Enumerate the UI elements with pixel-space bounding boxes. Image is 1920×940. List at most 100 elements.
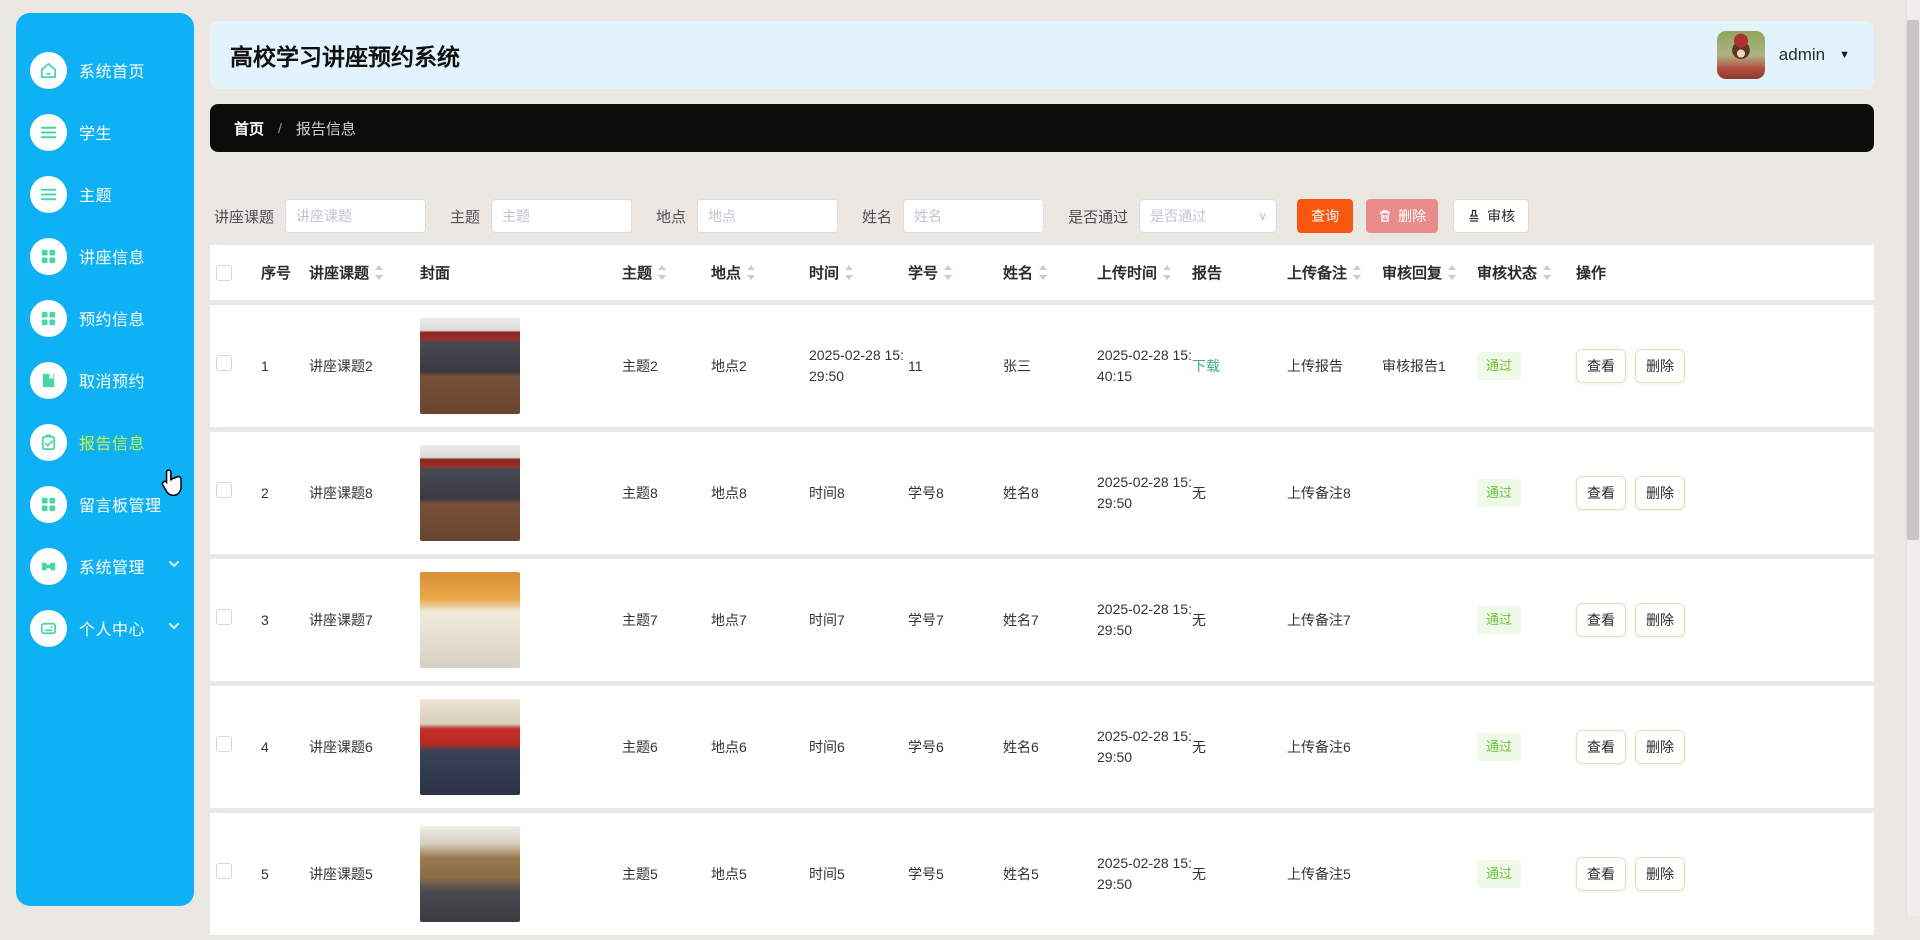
column-header[interactable]: 序号 bbox=[261, 262, 309, 283]
cell-subject: 主题7 bbox=[622, 611, 658, 628]
breadcrumb-home[interactable]: 首页 bbox=[234, 118, 264, 139]
audit-button[interactable]: 审核 bbox=[1453, 199, 1530, 233]
cell-topic: 讲座课题7 bbox=[309, 611, 373, 628]
cell-name: 姓名5 bbox=[1003, 865, 1039, 882]
sort-icon[interactable] bbox=[943, 265, 953, 280]
cell-subject: 主题5 bbox=[622, 865, 658, 882]
table-row: 2 讲座课题8 主题8 地点8 时间8 学号8 姓名8 2025-02-28 1… bbox=[210, 432, 1874, 554]
sort-icon[interactable] bbox=[1542, 265, 1552, 280]
sidebar-item-cancel-reservation[interactable]: 取消预约 bbox=[16, 349, 194, 411]
chevron-down-icon bbox=[168, 557, 180, 575]
cell-upload-note: 上传备注7 bbox=[1287, 611, 1351, 628]
sidebar-item-label: 学生 bbox=[79, 126, 113, 143]
sidebar-item-reports[interactable]: 报告信息 bbox=[16, 411, 194, 473]
download-link[interactable]: 下载 bbox=[1192, 358, 1220, 374]
cell-name: 姓名7 bbox=[1003, 611, 1039, 628]
status-badge: 通过 bbox=[1477, 479, 1522, 507]
sort-icon[interactable] bbox=[1162, 265, 1172, 280]
column-header[interactable]: 审核回复 bbox=[1382, 262, 1477, 283]
column-header[interactable]: 地点 bbox=[711, 262, 809, 283]
sort-icon[interactable] bbox=[1038, 265, 1048, 280]
filter-passed-label: 是否通过 bbox=[1068, 208, 1129, 226]
view-button[interactable]: 查看 bbox=[1576, 603, 1626, 637]
filter-subject-input[interactable] bbox=[491, 199, 633, 233]
filter-passed-select[interactable]: 是否通过 ∨ bbox=[1139, 199, 1278, 233]
column-header[interactable]: 上传时间 bbox=[1097, 262, 1192, 283]
delete-row-button[interactable]: 删除 bbox=[1635, 476, 1685, 510]
sidebar-item-reservations[interactable]: 预约信息 bbox=[16, 287, 194, 349]
sidebar-item-subjects[interactable]: 主题 bbox=[16, 163, 194, 225]
table-header-row: 序号 讲座课题 封面 主题 地点 时间 学号 姓名 上传时间 报告 上传备注 审… bbox=[210, 245, 1874, 300]
row-checkbox[interactable] bbox=[216, 609, 232, 625]
column-header[interactable]: 审核状态 bbox=[1477, 262, 1576, 283]
select-all-checkbox[interactable] bbox=[216, 264, 232, 281]
book-icon bbox=[30, 361, 67, 399]
filter-location-label: 地点 bbox=[656, 208, 687, 226]
briefcase-icon bbox=[30, 547, 67, 585]
app-header: 高校学习讲座预约系统 admin ▼ bbox=[210, 21, 1874, 89]
row-checkbox[interactable] bbox=[216, 736, 232, 752]
column-header: 操作 bbox=[1576, 265, 1607, 282]
sidebar-item-home[interactable]: 系统首页 bbox=[16, 39, 194, 101]
batch-delete-label: 删除 bbox=[1398, 208, 1427, 224]
sidebar-item-lectures[interactable]: 讲座信息 bbox=[16, 225, 194, 287]
column-header[interactable]: 主题 bbox=[622, 262, 711, 283]
filter-topic-input[interactable] bbox=[285, 199, 427, 233]
column-header[interactable]: 上传备注 bbox=[1287, 262, 1382, 283]
column-header[interactable]: 姓名 bbox=[1003, 262, 1097, 283]
cell-student-id: 学号8 bbox=[908, 484, 944, 501]
row-checkbox[interactable] bbox=[216, 863, 232, 879]
sort-icon[interactable] bbox=[1447, 265, 1457, 280]
filter-location-input[interactable] bbox=[697, 199, 839, 233]
sidebar: 系统首页 学生 主题 讲座信息 预约信息 取消预约 报告信息 留言板管理 系统管… bbox=[16, 13, 194, 906]
user-menu[interactable]: admin ▼ bbox=[1716, 31, 1850, 79]
column-header[interactable]: 讲座课题 bbox=[309, 262, 420, 283]
user-caret-icon: ▼ bbox=[1839, 49, 1850, 61]
delete-row-button[interactable]: 删除 bbox=[1635, 349, 1685, 383]
cell-name: 姓名8 bbox=[1003, 484, 1039, 501]
sort-icon[interactable] bbox=[844, 265, 854, 280]
cell-report: 无 bbox=[1192, 611, 1206, 628]
view-button[interactable]: 查看 bbox=[1576, 730, 1626, 764]
row-checkbox[interactable] bbox=[216, 355, 232, 371]
view-button[interactable]: 查看 bbox=[1576, 349, 1626, 383]
sidebar-item-personal-center[interactable]: 个人中心 bbox=[16, 597, 194, 659]
delete-row-button[interactable]: 删除 bbox=[1635, 730, 1685, 764]
sort-icon[interactable] bbox=[374, 265, 384, 280]
cell-student-id: 学号7 bbox=[908, 611, 944, 628]
query-button[interactable]: 查询 bbox=[1297, 199, 1354, 233]
chevron-down-icon: ∨ bbox=[1258, 209, 1268, 223]
cell-index: 5 bbox=[261, 865, 269, 882]
avatar[interactable] bbox=[1716, 31, 1765, 79]
breadcrumb-separator: / bbox=[278, 120, 282, 136]
page-scrollbar[interactable] bbox=[1906, 0, 1920, 916]
sort-icon[interactable] bbox=[746, 265, 756, 280]
filter-name-input[interactable] bbox=[903, 199, 1045, 233]
view-button[interactable]: 查看 bbox=[1576, 857, 1626, 891]
column-header[interactable]: 时间 bbox=[809, 262, 908, 283]
cell-topic: 讲座课题6 bbox=[309, 738, 373, 755]
batch-delete-button[interactable]: 删除 bbox=[1366, 199, 1439, 233]
delete-row-button[interactable]: 删除 bbox=[1635, 857, 1685, 891]
sidebar-item-students[interactable]: 学生 bbox=[16, 101, 194, 163]
sort-icon[interactable] bbox=[1352, 265, 1362, 280]
cell-upload-note: 上传备注5 bbox=[1287, 865, 1351, 882]
home-icon bbox=[30, 51, 67, 89]
mouse-cursor-icon bbox=[161, 469, 182, 497]
row-checkbox[interactable] bbox=[216, 482, 232, 498]
column-header[interactable]: 学号 bbox=[908, 262, 1003, 283]
cell-index: 2 bbox=[261, 484, 269, 501]
delete-row-button[interactable]: 删除 bbox=[1635, 603, 1685, 637]
sidebar-item-system-management[interactable]: 系统管理 bbox=[16, 535, 194, 597]
cell-subject: 主题8 bbox=[622, 484, 658, 501]
cell-location: 地点6 bbox=[711, 738, 747, 755]
view-button[interactable]: 查看 bbox=[1576, 476, 1626, 510]
cell-topic: 讲座课题5 bbox=[309, 865, 373, 882]
cell-time: 时间7 bbox=[809, 611, 845, 628]
filter-subject-label: 主题 bbox=[450, 208, 481, 226]
cell-location: 地点8 bbox=[711, 484, 747, 501]
cell-student-id: 学号6 bbox=[908, 738, 944, 755]
sort-icon[interactable] bbox=[657, 265, 667, 280]
scrollbar-thumb[interactable] bbox=[1907, 20, 1919, 540]
status-badge: 通过 bbox=[1477, 733, 1522, 761]
